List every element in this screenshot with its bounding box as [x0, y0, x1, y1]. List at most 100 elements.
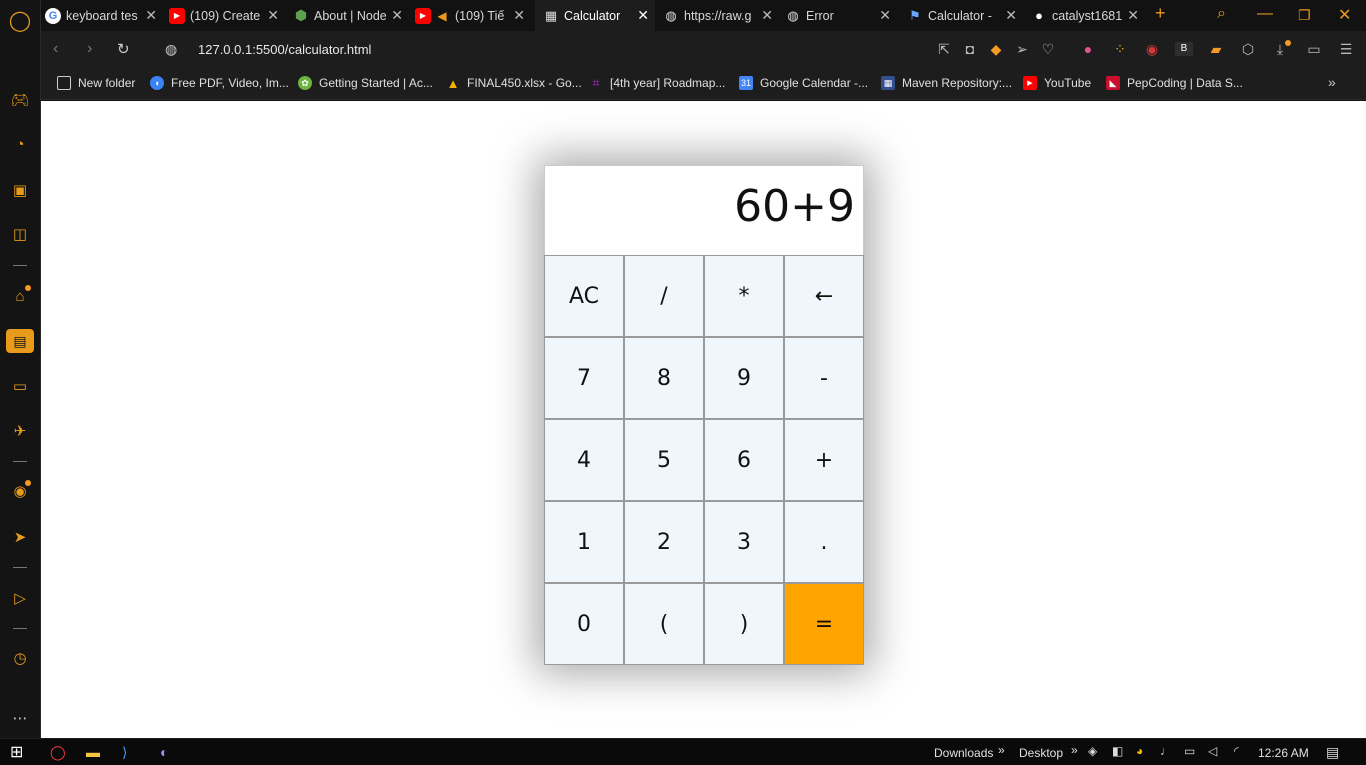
back-icon[interactable]: ‹ — [53, 40, 58, 58]
bookmark-maven[interactable]: ▦ Maven Repository:... — [881, 76, 1012, 90]
bookmark-getting-started[interactable]: ✿ Getting Started | Ac... — [298, 76, 433, 90]
close-icon[interactable]: ✕ — [391, 7, 403, 24]
key-backspace[interactable]: ← — [784, 255, 864, 337]
vpn-icon[interactable]: ◉ — [1143, 41, 1161, 58]
tab-6[interactable]: ◍ https://raw.g ✕ — [663, 0, 779, 31]
key-five[interactable]: 5 — [624, 419, 704, 501]
close-icon[interactable]: ✕ — [1005, 7, 1017, 24]
key-multiply[interactable]: * — [704, 255, 784, 337]
extensions-dots-icon[interactable]: ⁘ — [1111, 41, 1129, 58]
close-icon[interactable]: ✕ — [879, 7, 891, 24]
bookmark-google-calendar[interactable]: 31 Google Calendar -... — [739, 76, 868, 90]
key-three[interactable]: 3 — [704, 501, 784, 583]
adblock-shield-icon[interactable]: ◆ — [987, 41, 1005, 58]
microphone-icon[interactable]: ♩ — [1160, 744, 1172, 758]
easy-files-icon[interactable]: ▰ — [1207, 41, 1225, 58]
close-icon[interactable]: ✕ — [761, 7, 773, 24]
tab-1[interactable]: G keyboard tes ✕ — [45, 0, 163, 31]
close-window-icon[interactable]: ✕ — [1338, 5, 1351, 25]
bookmarks-overflow-icon[interactable]: » — [1328, 74, 1336, 90]
calculator-display[interactable]: 60+9 — [545, 166, 863, 256]
close-icon[interactable]: ✕ — [145, 7, 157, 24]
key-open-paren[interactable]: ( — [624, 583, 704, 665]
clock[interactable]: 12:26 AM — [1258, 746, 1309, 760]
key-plus[interactable]: + — [784, 419, 864, 501]
bookmark-new-folder[interactable]: New folder — [57, 76, 135, 90]
chevron-icon[interactable]: » — [998, 743, 1005, 757]
close-icon[interactable]: ✕ — [637, 7, 649, 24]
key-minus[interactable]: - — [784, 337, 864, 419]
close-icon[interactable]: ✕ — [513, 7, 525, 24]
chrome-icon[interactable]: ◕ — [1136, 744, 1143, 758]
volume-icon[interactable]: ◁ — [1208, 744, 1217, 758]
cube-icon[interactable]: ⬡ — [1239, 41, 1257, 58]
send-icon[interactable]: ➢ — [1013, 41, 1031, 58]
search-tabs-icon[interactable]: ⌕ — [1217, 5, 1226, 23]
key-eight[interactable]: 8 — [624, 337, 704, 419]
tab-4[interactable]: ▶ ◀ (109) Tiế ✕ — [415, 0, 531, 31]
tab-calculator-active[interactable]: ▦ Calculator ✕ — [535, 0, 655, 31]
bookmark-final450[interactable]: ▲ FINAL450.xlsx - Go... — [446, 76, 582, 91]
bookmark-pepcoding[interactable]: ◣ PepCoding | Data S... — [1106, 76, 1243, 90]
more-icon[interactable]: ⋯ — [8, 706, 32, 730]
vscode-icon[interactable]: ⟩ — [122, 744, 127, 761]
minimize-icon[interactable]: — — [1257, 5, 1273, 23]
gx-control-icon[interactable]: ▤ — [6, 329, 34, 353]
speaker-icon[interactable]: ◀ — [434, 8, 450, 24]
key-nine[interactable]: 9 — [704, 337, 784, 419]
restore-icon[interactable]: ❐ — [1298, 7, 1311, 24]
key-divide[interactable]: / — [624, 255, 704, 337]
close-icon[interactable]: ✕ — [1127, 7, 1139, 24]
key-four[interactable]: 4 — [544, 419, 624, 501]
bookmark-roadmap[interactable]: ⌗ [4th year] Roadmap... — [589, 75, 725, 90]
tab-9[interactable]: ● catalyst1681 ✕ — [1031, 0, 1145, 31]
opera-gx-taskbar-icon[interactable]: ◯ — [50, 744, 66, 761]
battery-saver-icon[interactable]: ▭ — [1305, 41, 1323, 58]
tab-8[interactable]: ⚑ Calculator - s ✕ — [907, 0, 1023, 31]
snapshot-icon[interactable]: ◘ — [961, 41, 979, 57]
chevron-icon[interactable]: » — [1071, 743, 1078, 757]
battery-icon[interactable]: ▭ — [1184, 744, 1195, 758]
close-icon[interactable]: ✕ — [267, 7, 279, 24]
bitwarden-icon[interactable]: B — [1175, 42, 1193, 56]
notification-center-icon[interactable]: ▤ — [1326, 744, 1339, 761]
opera-logo-icon[interactable]: ◯ — [8, 8, 32, 32]
network-app-icon[interactable]: ◈ — [1088, 744, 1097, 758]
bookmark-free-pdf[interactable]: ◖ Free PDF, Video, Im... — [150, 76, 289, 90]
taskbar-downloads[interactable]: Downloads — [934, 746, 993, 760]
gamepad-icon[interactable]: 🎮︎ — [8, 88, 32, 112]
tab-2[interactable]: ▶ (109) Create ✕ — [169, 0, 285, 31]
speedometer-icon[interactable]: ◔ — [8, 132, 32, 156]
site-info-icon[interactable]: ◍ — [165, 41, 177, 58]
security-icon[interactable]: ◧ — [1112, 744, 1123, 758]
share-icon[interactable]: ⇱ — [935, 41, 953, 58]
car-icon[interactable]: ▭ — [8, 374, 32, 398]
key-close-paren[interactable]: ) — [704, 583, 784, 665]
key-seven[interactable]: 7 — [544, 337, 624, 419]
heart-icon[interactable]: ♡ — [1039, 41, 1057, 58]
file-explorer-icon[interactable]: ▬ — [86, 744, 100, 760]
telegram-icon[interactable]: ➤ — [8, 525, 32, 549]
easy-setup-icon[interactable]: ☰ — [1337, 41, 1355, 58]
history-icon[interactable]: ◷ — [8, 646, 32, 670]
key-decimal[interactable]: . — [784, 501, 864, 583]
player-icon[interactable]: ▷ — [8, 586, 32, 610]
airplane-icon[interactable]: ✈︎ — [8, 419, 32, 443]
forward-icon[interactable]: › — [87, 40, 92, 58]
key-zero[interactable]: 0 — [544, 583, 624, 665]
key-six[interactable]: 6 — [704, 419, 784, 501]
url-field[interactable]: 127.0.0.1:5500/calculator.html — [198, 42, 371, 57]
twitch-icon[interactable]: ◫ — [8, 222, 32, 246]
bag-icon[interactable]: ▣ — [8, 178, 32, 202]
bookmark-youtube[interactable]: ▶ YouTube — [1023, 76, 1091, 90]
tab-3[interactable]: ⬢ About | Node ✕ — [293, 0, 409, 31]
wifi-icon[interactable]: ◜ — [1234, 744, 1239, 758]
tab-7[interactable]: ◍ Error ✕ — [785, 0, 897, 31]
reload-icon[interactable]: ↻ — [117, 40, 130, 58]
key-equals[interactable]: = — [784, 583, 864, 665]
windows-start-icon[interactable]: ⊞ — [10, 742, 23, 762]
aria-icon[interactable]: ● — [1079, 41, 1097, 57]
key-one[interactable]: 1 — [544, 501, 624, 583]
taskbar-desktop[interactable]: Desktop — [1019, 746, 1063, 760]
eclipse-icon[interactable]: ◐ — [160, 744, 168, 760]
